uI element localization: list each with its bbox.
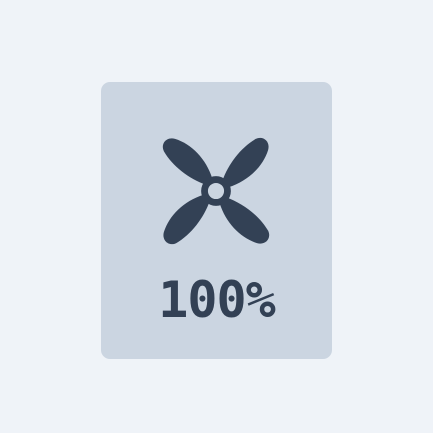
fan-speed-value: 100% [158,271,275,329]
fan-icon [162,137,270,245]
